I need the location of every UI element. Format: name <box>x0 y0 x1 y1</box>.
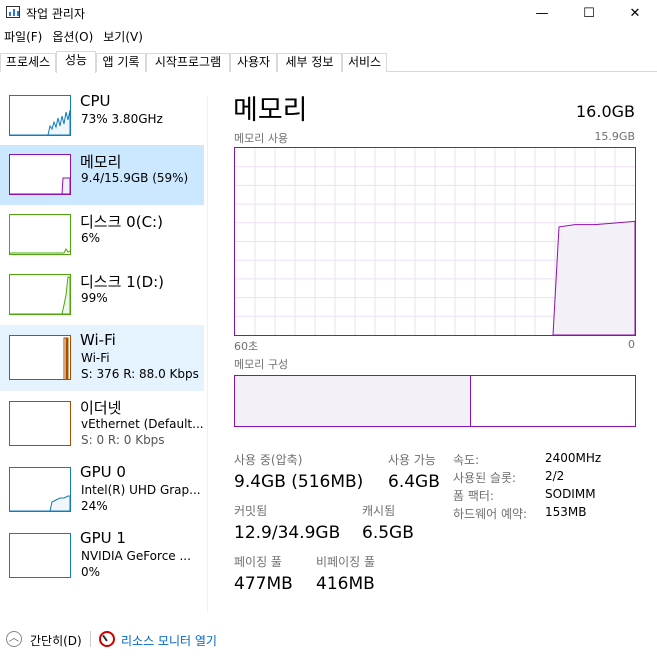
sidebar-item-gpu-1[interactable]: GPU 1 NVIDIA GeForce ... 0% <box>0 523 204 589</box>
tab-app-history[interactable]: 앱 기록 <box>96 53 146 72</box>
close-button[interactable]: ✕ <box>612 0 657 26</box>
sidebar-item-cpu[interactable]: CPU 73% 3.80GHz <box>0 86 204 146</box>
sidebar-item-name: Wi-Fi <box>80 331 116 349</box>
footer: ︿ 간단히(D) 리소스 모니터 열기 <box>0 628 657 650</box>
sidebar-item-memory[interactable]: 메모리 9.4/15.9GB (59%) <box>0 145 204 205</box>
form-factor-label: 폼 팩터: <box>453 489 494 503</box>
sidebar-item-usage: 24% <box>81 499 108 513</box>
memory-usage-trace <box>552 220 636 336</box>
tab-services[interactable]: 서비스 <box>342 53 387 72</box>
sidebar-item-throughput: S: 0 R: 0 Kbps <box>81 433 165 447</box>
in-use-label: 사용 중(압축) <box>234 453 303 467</box>
memory-usage-graph <box>234 147 636 336</box>
cpu-thumbnail-graph <box>9 95 71 136</box>
slots-value: 2/2 <box>545 469 565 483</box>
paged-pool-value: 477MB <box>234 574 293 594</box>
menu-bar: 파일(F) 옵션(O) 보기(V) <box>0 27 149 47</box>
sidebar-item-detail: 73% 3.80GHz <box>81 112 163 126</box>
tab-performance[interactable]: 성능 <box>56 51 96 73</box>
memory-composition-bar <box>234 375 636 427</box>
tab-processes[interactable]: 프로세스 <box>0 53 56 72</box>
task-manager-icon <box>6 6 20 18</box>
maximize-button[interactable]: ☐ <box>566 0 612 26</box>
memory-composition-label: 메모리 구성 <box>234 358 289 371</box>
sidebar-item-name: GPU 0 <box>80 463 126 481</box>
cached-value: 6.5GB <box>362 523 414 543</box>
sidebar-item-name: CPU <box>80 92 111 110</box>
hardware-reserved-value: 153MB <box>545 505 587 519</box>
sidebar-item-detail: NVIDIA GeForce ... <box>81 549 191 563</box>
sidebar-item-wifi[interactable]: Wi-Fi Wi-Fi S: 376 R: 88.0 Kbps <box>0 325 204 391</box>
memory-usage-plot <box>235 148 636 336</box>
gpu-1-thumbnail-graph <box>9 533 71 578</box>
graph-axis-end: 0 <box>628 338 635 351</box>
sidebar-item-disk-1[interactable]: 디스크 1(D:) 99% <box>0 265 204 325</box>
disk-1-thumbnail-graph <box>9 274 71 315</box>
pane-divider[interactable] <box>207 96 208 612</box>
committed-value: 12.9/34.9GB <box>234 523 341 543</box>
sidebar-item-ethernet[interactable]: 이더넷 vEthernet (Default... S: 0 R: 0 Kbps <box>0 391 204 457</box>
menu-file[interactable]: 파일(F) <box>0 27 48 47</box>
memory-usage-label: 메모리 사용 <box>234 132 289 145</box>
tab-startup[interactable]: 시작프로그램 <box>146 53 230 72</box>
in-use-value: 9.4GB (516MB) <box>234 472 364 492</box>
sidebar-item-name: 디스크 1(D:) <box>80 273 165 291</box>
gpu-0-thumbnail-graph <box>9 467 71 512</box>
title-bar: 작업 관리자 — ☐ ✕ <box>0 0 657 26</box>
sidebar-item-usage: 0% <box>81 565 101 579</box>
sidebar-item-name: 이더넷 <box>80 399 122 417</box>
memory-usage-max: 15.9GB <box>594 130 635 143</box>
sidebar-item-name: 메모리 <box>80 153 122 171</box>
resource-monitor-icon[interactable] <box>99 631 115 647</box>
committed-label: 커밋됨 <box>234 504 268 518</box>
form-factor-value: SODIMM <box>545 487 596 501</box>
open-resource-monitor-link[interactable]: 리소스 모니터 열기 <box>121 632 217 649</box>
menu-options[interactable]: 옵션(O) <box>48 27 99 47</box>
sidebar-item-detail: vEthernet (Default... <box>81 417 204 431</box>
available-label: 사용 가능 <box>388 453 436 467</box>
menu-view[interactable]: 보기(V) <box>99 27 149 47</box>
memory-in-use-segment <box>235 376 471 426</box>
tab-users[interactable]: 사용자 <box>230 53 277 72</box>
sidebar-item-throughput: S: 376 R: 88.0 Kbps <box>81 367 199 381</box>
nonpaged-pool-value: 416MB <box>316 574 375 594</box>
nonpaged-pool-label: 비페이징 풀 <box>316 555 376 569</box>
chevron-up-icon[interactable]: ︿ <box>6 631 22 647</box>
page-title: 메모리 <box>233 95 308 126</box>
speed-label: 속도: <box>453 453 480 467</box>
ethernet-thumbnail-graph <box>9 401 71 446</box>
sidebar-item-detail: 9.4/15.9GB (59%) <box>81 171 189 185</box>
sidebar-item-gpu-0[interactable]: GPU 0 Intel(R) UHD Grap... 24% <box>0 457 204 523</box>
window-title: 작업 관리자 <box>26 7 86 21</box>
sidebar-item-detail: Wi-Fi <box>81 351 110 365</box>
disk-0-thumbnail-graph <box>9 214 71 255</box>
slots-label: 사용된 슬롯: <box>453 471 517 485</box>
memory-thumbnail-graph <box>9 154 71 195</box>
sidebar-item-name: 디스크 0(C:) <box>80 213 163 231</box>
available-value: 6.4GB <box>388 472 440 492</box>
sidebar-item-disk-0[interactable]: 디스크 0(C:) 6% <box>0 205 204 265</box>
sidebar-item-detail: 6% <box>81 231 101 245</box>
sidebar-item-detail: 99% <box>81 291 108 305</box>
tab-details[interactable]: 세부 정보 <box>277 53 342 72</box>
graph-axis-start: 60초 <box>234 340 259 353</box>
tab-bar: 프로세스 성능 앱 기록 시작프로그램 사용자 세부 정보 서비스 <box>0 51 657 73</box>
total-memory: 16.0GB <box>576 102 635 121</box>
speed-value: 2400MHz <box>545 451 602 465</box>
wifi-thumbnail-graph <box>9 335 71 380</box>
paged-pool-label: 페이징 풀 <box>234 555 282 569</box>
cached-label: 캐시됨 <box>362 504 396 518</box>
footer-separator <box>90 631 91 647</box>
sidebar-item-detail: Intel(R) UHD Grap... <box>81 483 201 497</box>
fewer-details-link[interactable]: 간단히(D) <box>30 632 82 649</box>
minimize-button[interactable]: — <box>519 0 565 26</box>
sidebar-item-name: GPU 1 <box>80 529 126 547</box>
hardware-reserved-label: 하드웨어 예약: <box>453 507 528 521</box>
